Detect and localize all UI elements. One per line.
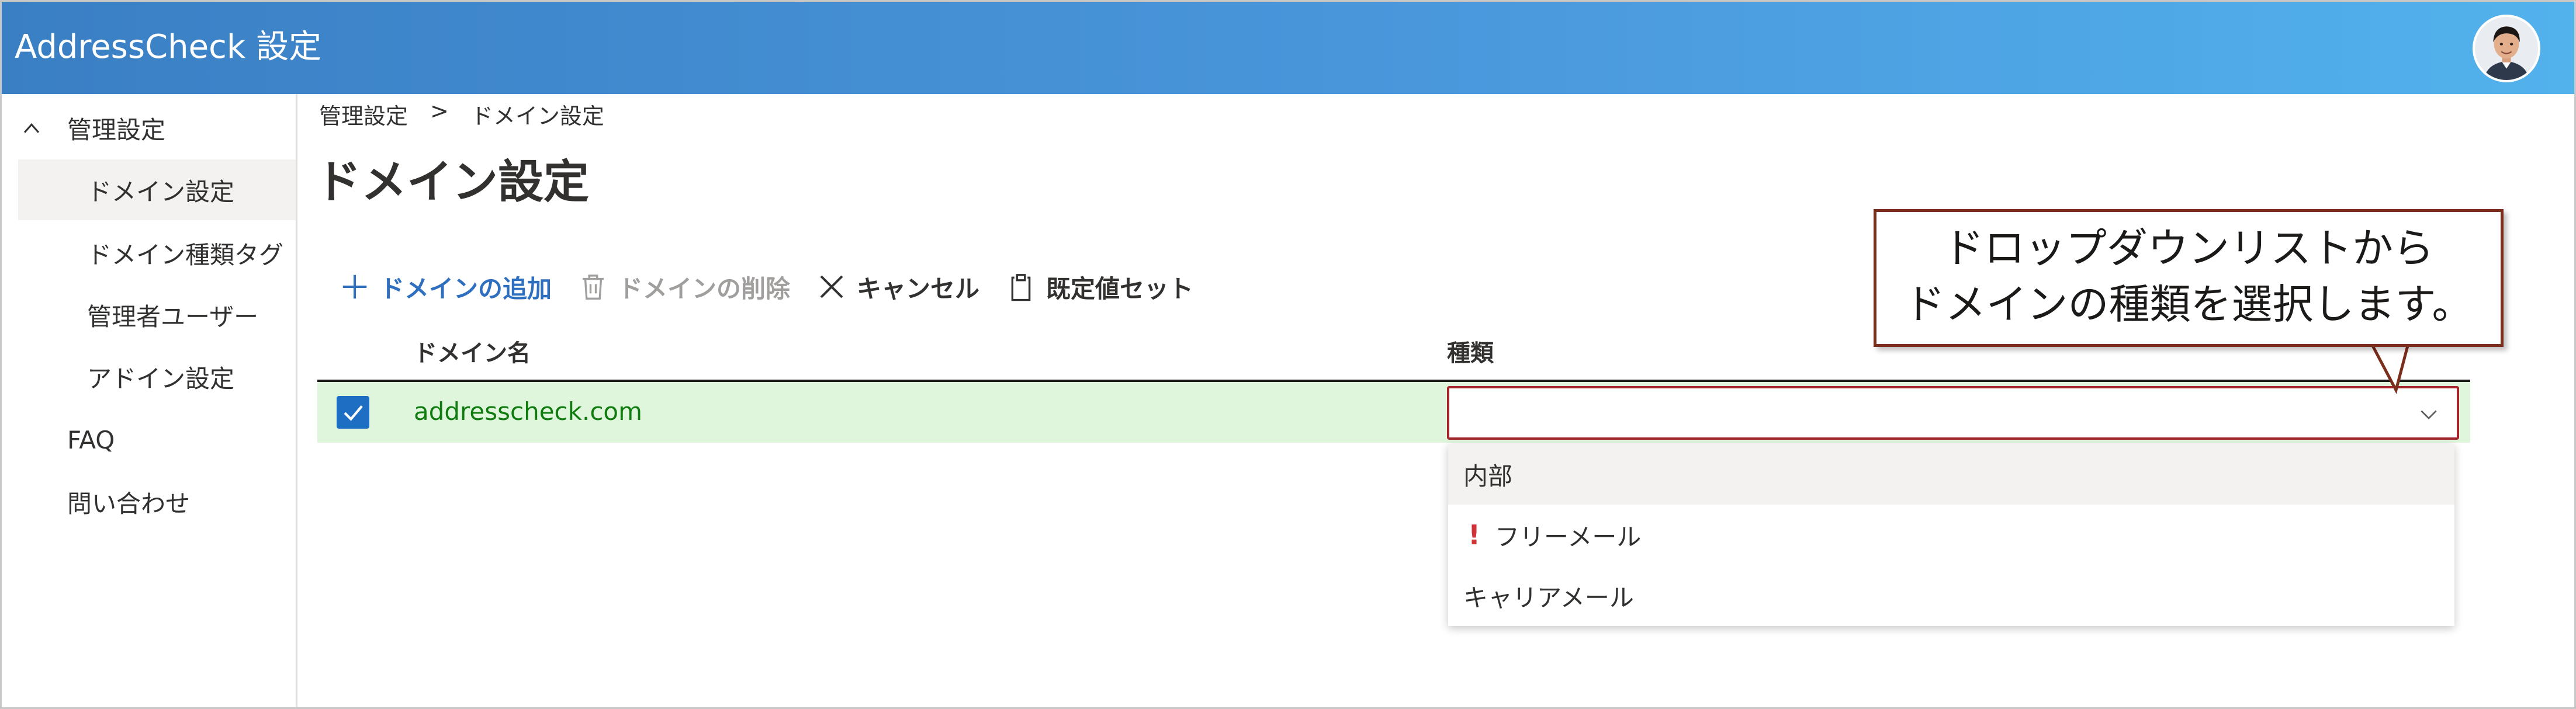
domain-type-dropdown[interactable] — [1447, 386, 2459, 440]
sidebar-item-admin-users[interactable]: 管理者ユーザー — [2, 284, 296, 345]
page-title: ドメイン設定 — [316, 156, 590, 208]
breadcrumb-separator: > — [430, 98, 449, 124]
app-title: AddressCheck 設定 — [15, 28, 322, 66]
sidebar-item-domain-type-tags[interactable]: ドメイン種類タグ — [2, 223, 296, 283]
trash-icon — [583, 274, 604, 300]
column-header-type[interactable]: 種類 — [1447, 334, 1494, 368]
option-label: 内部 — [1463, 461, 1513, 491]
option-label: キャリアメール — [1463, 583, 1634, 612]
sidebar-item-label: ドメイン設定 — [87, 177, 235, 206]
callout-line-2: ドメインの種類を選択します。 — [1904, 280, 2473, 328]
close-icon — [820, 275, 843, 298]
delete-domain-button[interactable]: ドメインの削除 — [577, 269, 790, 305]
sidebar-item-domain-settings[interactable]: ドメイン設定 — [18, 159, 296, 220]
sidebar-item-label: 管理設定 — [67, 115, 166, 144]
row-checkbox[interactable] — [337, 396, 369, 429]
sidebar-item-label: 管理者ユーザー — [87, 302, 259, 331]
command-bar: ドメインの追加 ドメインの削除 キャンセル 既定値セット — [339, 260, 1219, 313]
cancel-label: キャンセル — [857, 274, 980, 303]
dropdown-menu: 内部 ! フリーメール キャリアメール — [1448, 444, 2454, 626]
sidebar-item-label: 問い合わせ — [67, 489, 191, 518]
column-header-domain[interactable]: ドメイン名 — [414, 334, 531, 368]
option-label: フリーメール — [1495, 522, 1642, 551]
option-carrier-mail[interactable]: キャリアメール — [1448, 565, 2454, 626]
sidebar-item-label: ドメイン種類タグ — [87, 240, 284, 269]
sidebar-item-faq[interactable]: FAQ — [2, 409, 296, 470]
option-free-mail[interactable]: ! フリーメール — [1448, 505, 2454, 565]
chevron-down-icon — [2421, 410, 2437, 420]
sidebar: 管理設定 ドメイン設定 ドメイン種類タグ 管理者ユーザー アドイン設定 FAQ … — [2, 94, 297, 707]
sidebar-item-label: FAQ — [67, 425, 115, 454]
clipboard-icon — [1011, 274, 1031, 301]
app-header: AddressCheck 設定 — [2, 2, 2574, 94]
avatar[interactable] — [2473, 15, 2540, 82]
breadcrumb-current: ドメイン設定 — [470, 103, 604, 129]
sidebar-item-admin-settings[interactable]: 管理設定 — [2, 98, 296, 158]
sidebar-item-label: アドイン設定 — [87, 364, 235, 393]
add-domain-button[interactable]: ドメインの追加 — [339, 269, 552, 305]
callout-line-1: ドロップダウンリストから — [1943, 224, 2434, 272]
sidebar-item-contact[interactable]: 問い合わせ — [2, 471, 296, 532]
checkmark-icon — [344, 405, 363, 421]
breadcrumb-root[interactable]: 管理設定 — [319, 98, 408, 130]
cancel-button[interactable]: キャンセル — [816, 269, 979, 305]
set-default-button[interactable]: 既定値セット — [1005, 269, 1193, 305]
sidebar-item-addin-settings[interactable]: アドイン設定 — [2, 346, 296, 407]
callout-annotation: ドロップダウンリストから ドメインの種類を選択します。 — [1874, 209, 2504, 347]
option-internal[interactable]: 内部 — [1448, 444, 2454, 505]
domain-cell: addresscheck.com — [414, 397, 643, 426]
warning-icon: ! — [1468, 519, 1480, 551]
delete-domain-label: ドメインの削除 — [618, 274, 791, 303]
user-photo-icon — [2475, 17, 2538, 80]
breadcrumb: 管理設定 > ドメイン設定 — [319, 98, 604, 130]
chevron-up-icon — [23, 123, 40, 133]
set-default-label: 既定値セット — [1046, 274, 1194, 303]
add-domain-label: ドメインの追加 — [380, 274, 552, 303]
plus-icon — [342, 274, 367, 299]
